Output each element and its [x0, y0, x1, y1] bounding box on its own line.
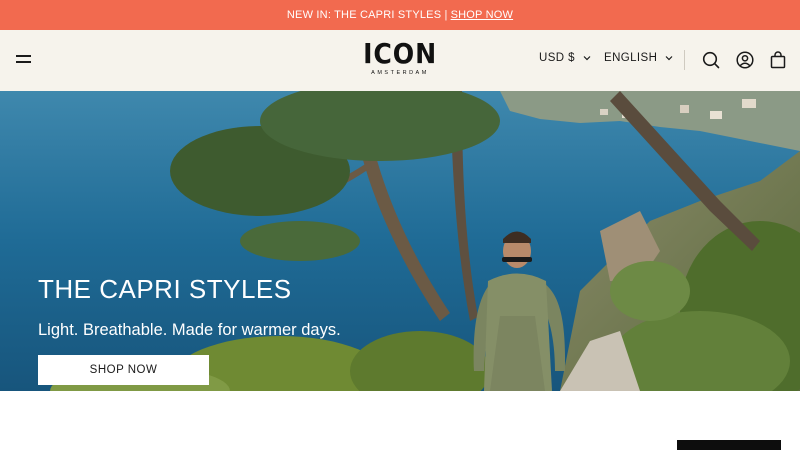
- logo-subtitle: AMSTERDAM: [371, 70, 429, 76]
- currency-selector[interactable]: USD $: [539, 52, 591, 64]
- logo-brand: ICON: [363, 37, 437, 70]
- hero-title: THE CAPRI STYLES: [38, 274, 292, 304]
- account-icon[interactable]: [735, 50, 755, 70]
- search-icon[interactable]: [701, 50, 721, 70]
- header-divider: [684, 50, 685, 70]
- hero-subtitle: Light. Breathable. Made for warmer days.: [38, 321, 341, 339]
- announcement-text: NEW IN: THE CAPRI STYLES |: [286, 9, 448, 21]
- cart-icon[interactable]: [768, 50, 788, 70]
- partial-block: [677, 440, 781, 450]
- chevron-down-icon: [665, 56, 673, 61]
- menu-icon[interactable]: [16, 55, 32, 65]
- logo[interactable]: ICON AMSTERDAM: [320, 40, 480, 82]
- hero-banner[interactable]: THE CAPRI STYLES Light. Breathable. Made…: [0, 91, 800, 391]
- currency-label: USD $: [539, 52, 575, 64]
- language-label: ENGLISH: [604, 52, 658, 64]
- announcement-shop-link[interactable]: SHOP NOW: [451, 9, 514, 21]
- announcement-bar: NEW IN: THE CAPRI STYLES | SHOP NOW: [0, 0, 800, 30]
- shop-now-button[interactable]: SHOP NOW: [38, 355, 209, 385]
- language-selector[interactable]: ENGLISH: [604, 52, 673, 64]
- chevron-down-icon: [583, 56, 591, 61]
- site-header: ICON AMSTERDAM USD $ ENGLISH: [0, 30, 800, 91]
- hero-image: [0, 91, 800, 391]
